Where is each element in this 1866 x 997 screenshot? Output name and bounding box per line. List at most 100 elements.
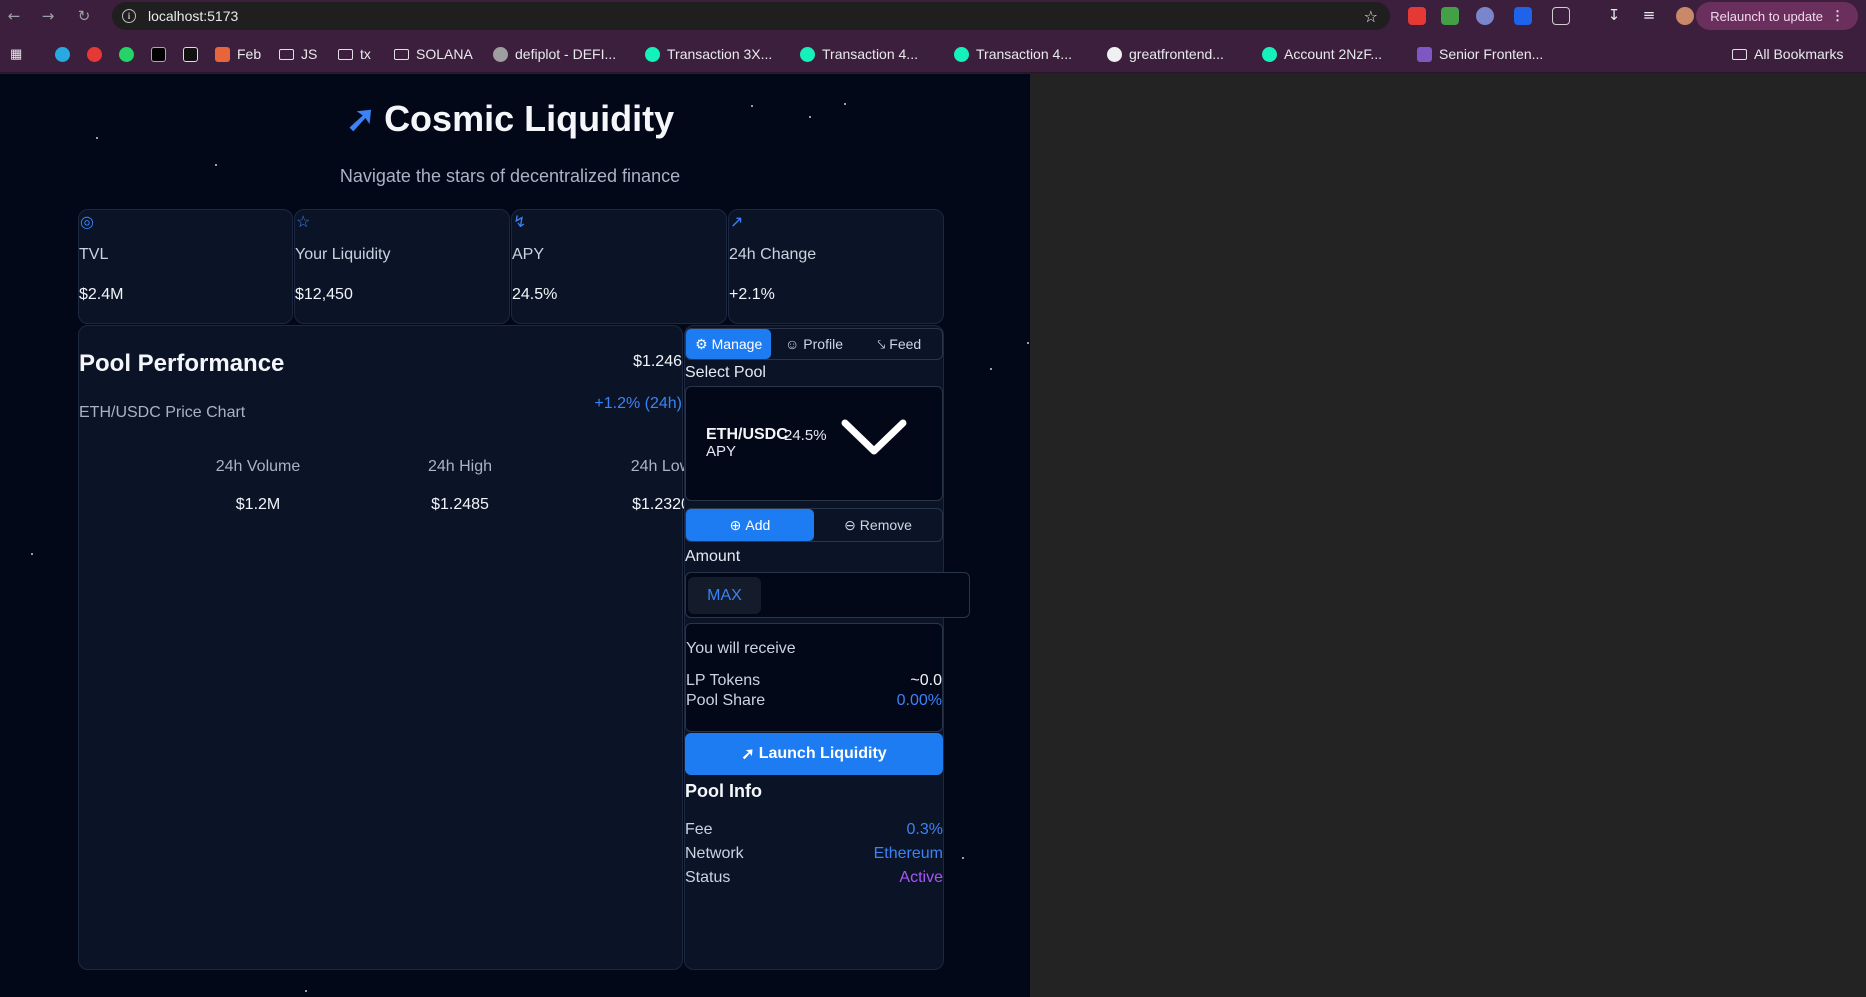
page-title: ➚ Cosmic Liquidity — [0, 98, 1020, 140]
app-viewport: ➚ Cosmic Liquidity Navigate the stars of … — [0, 74, 1030, 997]
extension-icon[interactable] — [1514, 7, 1532, 25]
stat-value: $12,450 — [295, 286, 353, 303]
empty-pane — [1030, 74, 1866, 997]
info-row-fee: Fee 0.3% — [685, 821, 943, 839]
receive-value: 0.00% — [896, 692, 942, 709]
metric-24h-volume: 24h Volume $1.2M — [158, 458, 358, 514]
site-info-icon[interactable]: i — [122, 9, 136, 23]
bookmark-favicon[interactable] — [119, 44, 134, 64]
pool-performance-card: Pool Performance ETH/USDC Price Chart $1… — [78, 325, 691, 970]
bookmark-label: All Bookmarks — [1754, 46, 1844, 62]
add-label: Add — [745, 517, 771, 533]
download-icon[interactable]: ↧ — [1605, 7, 1623, 25]
panel-tabs: ⚙ Manage ☺ Profile ⤥ Feed — [685, 328, 943, 360]
pool-select[interactable]: ETH/USDC 24.5% APY — [685, 386, 943, 501]
bookmark-label: tx — [360, 46, 371, 62]
bookmark-folder-solana[interactable]: SOLANA — [394, 44, 473, 64]
folder-icon — [338, 48, 353, 60]
selected-pool-apy: 24.5% — [784, 427, 827, 444]
extension-icon[interactable] — [1408, 7, 1426, 25]
receive-row-lp-tokens: LP Tokens ~0.0 — [686, 672, 942, 690]
bookmark-transaction[interactable]: Transaction 4... — [800, 44, 918, 64]
address-bar[interactable]: i localhost:5173 ☆ — [112, 2, 1390, 30]
bookmark-transaction[interactable]: Transaction 4... — [954, 44, 1072, 64]
tab-feed[interactable]: ⤥ Feed — [857, 329, 942, 359]
minus-circle-icon: ⊖ — [844, 516, 856, 533]
stat-value: $2.4M — [79, 286, 124, 303]
receive-title: You will receive — [686, 640, 796, 657]
background-star — [305, 990, 307, 992]
stat-label: 24h Change — [729, 246, 817, 263]
amount-label: Amount — [685, 548, 741, 565]
bookmark-label: Feb — [237, 46, 262, 62]
rocket-icon: ➚ — [345, 98, 377, 139]
bookmark-label: SOLANA — [416, 46, 473, 62]
remove-button[interactable]: ⊖ Remove — [814, 509, 942, 541]
bookmark-label: JS — [301, 46, 318, 62]
extension-icon[interactable] — [1476, 7, 1494, 25]
receive-value: ~0.0 — [910, 672, 942, 689]
bookmark-label: greatfrontend... — [1129, 46, 1224, 62]
max-button[interactable]: MAX — [688, 577, 761, 614]
stat-label: Your Liquidity — [295, 246, 391, 263]
stat-card-24h-change: ↗ 24h Change +2.1% — [728, 209, 944, 324]
status-badge: Active — [899, 869, 943, 886]
bookmark-favicon[interactable] — [151, 44, 166, 64]
profile-avatar[interactable] — [1676, 7, 1694, 25]
extension-icon[interactable] — [1441, 7, 1459, 25]
chevron-down-icon[interactable] — [841, 417, 907, 457]
bookmark-defiplot[interactable]: defiplot - DEFI... — [493, 44, 616, 64]
bookmark-feb[interactable]: Feb — [215, 44, 261, 64]
stat-value: +2.1% — [729, 286, 775, 303]
back-arrow-icon[interactable]: ← — [2, 4, 26, 28]
tab-label: Feed — [889, 336, 922, 352]
bookmark-transaction[interactable]: Transaction 3X... — [645, 44, 772, 64]
launch-liquidity-button[interactable]: ➚ Launch Liquidity — [685, 733, 943, 775]
pool-info-title: Pool Info — [685, 781, 762, 801]
bookmark-favicon[interactable] — [87, 44, 102, 64]
metric-value: $1.2M — [235, 496, 281, 513]
bookmark-favicon[interactable] — [55, 44, 70, 64]
info-value: 0.3% — [906, 821, 943, 838]
amount-input[interactable]: MAX — [685, 572, 970, 618]
selected-pool-pair: ETH/USDC — [706, 426, 788, 443]
bookmark-github[interactable]: greatfrontend... — [1107, 44, 1224, 64]
add-button[interactable]: ⊕ Add — [686, 509, 814, 541]
tab-manage[interactable]: ⚙ Manage — [686, 329, 772, 359]
price-change: +1.2% (24h) — [594, 395, 682, 412]
trending-up-icon: ↗ — [730, 214, 744, 231]
all-bookmarks[interactable]: All Bookmarks — [1732, 44, 1843, 64]
bookmark-favicon[interactable] — [183, 44, 198, 64]
bookmark-label: Senior Fronten... — [1439, 46, 1544, 62]
bookmark-account[interactable]: Account 2NzF... — [1262, 44, 1382, 64]
relaunch-button[interactable]: Relaunch to update ⋮ — [1696, 2, 1858, 30]
page-title-text: Cosmic Liquidity — [384, 98, 675, 139]
info-label: Fee — [685, 821, 713, 838]
info-value: Ethereum — [873, 845, 943, 862]
bookmark-label: Transaction 4... — [822, 46, 918, 62]
info-label: Status — [685, 869, 731, 886]
media-control-icon[interactable]: ≡ — [1640, 7, 1658, 25]
tab-label: Profile — [803, 336, 843, 352]
bookmark-star-icon[interactable]: ☆ — [1364, 7, 1378, 26]
stat-label: TVL — [79, 246, 109, 263]
bookmark-folder-tx[interactable]: tx — [338, 44, 371, 64]
bookmark-label: Transaction 4... — [976, 46, 1072, 62]
bookmark-senior-frontend[interactable]: Senior Fronten... — [1417, 44, 1543, 64]
extensions-puzzle-icon[interactable] — [1552, 7, 1570, 25]
reload-icon[interactable]: ↻ — [72, 4, 96, 28]
folder-icon — [394, 48, 409, 60]
forward-arrow-icon[interactable]: → — [36, 4, 60, 28]
info-row-network: Network Ethereum — [685, 845, 943, 863]
bookmark-label: defiplot - DEFI... — [515, 46, 617, 62]
bookmark-folder-js[interactable]: JS — [279, 44, 317, 64]
tab-profile[interactable]: ☺ Profile — [771, 329, 856, 359]
apps-grid-icon[interactable]: ▦ — [10, 44, 22, 64]
rocket-icon: ➚ — [741, 746, 755, 763]
url-text[interactable]: localhost:5173 — [148, 8, 238, 24]
more-menu-icon: ⋮ — [1831, 8, 1844, 23]
bolt-icon: ↯ — [513, 214, 527, 231]
relaunch-label: Relaunch to update — [1710, 8, 1823, 24]
metric-24h-high: 24h High $1.2485 — [360, 458, 560, 514]
folder-icon — [1732, 48, 1747, 60]
